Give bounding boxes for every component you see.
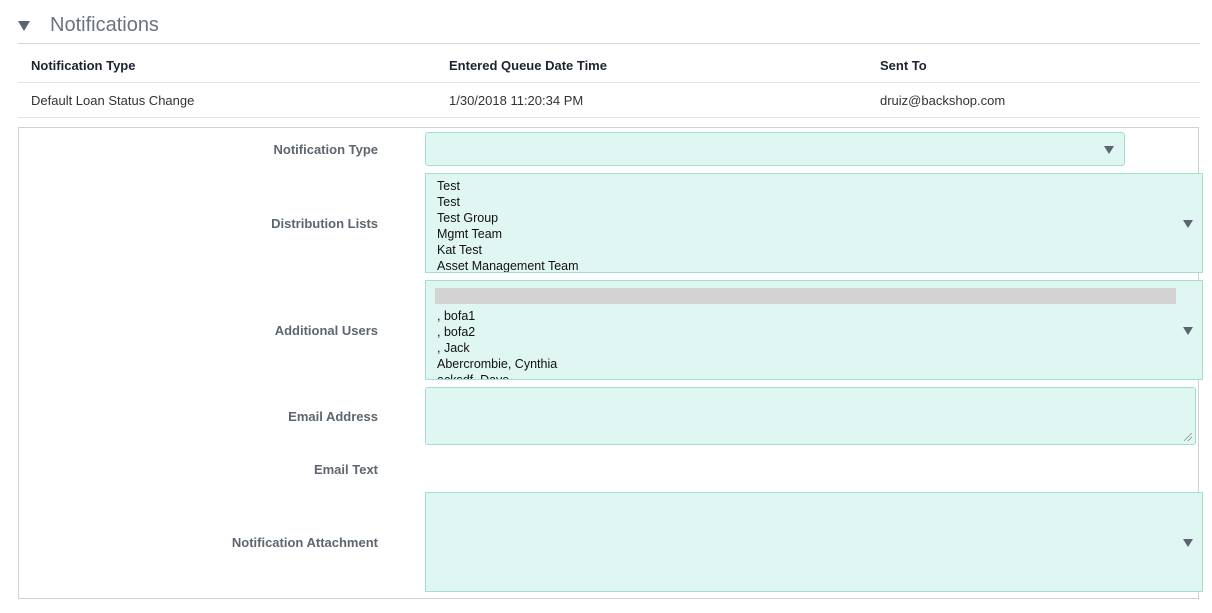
distribution-lists-label: Distribution Lists <box>271 216 378 231</box>
list-item-blank-selected[interactable] <box>435 288 1176 304</box>
list-item[interactable]: Mgmt Team <box>437 226 1202 242</box>
column-header-sent-to[interactable]: Sent To <box>880 58 927 73</box>
email-address-textarea[interactable] <box>425 387 1196 445</box>
chevron-down-icon <box>1183 327 1193 335</box>
distribution-lists-listbox[interactable]: Test Test Test Group Mgmt Team Kat Test … <box>425 173 1203 273</box>
cell-sent-to: druiz@backshop.com <box>880 93 1006 108</box>
list-item[interactable]: , bofa2 <box>437 324 1202 340</box>
notifications-table-header: Notification Type Entered Queue Date Tim… <box>18 44 1200 83</box>
list-item[interactable]: Abercrombie, Cynthia <box>437 356 1202 372</box>
notification-attachment-listbox[interactable] <box>425 492 1203 592</box>
list-item[interactable]: acksdf, Dave <box>437 372 1202 379</box>
cell-entered-queue-date-time: 1/30/2018 11:20:34 PM <box>449 93 584 108</box>
table-row[interactable]: Default Loan Status Change 1/30/2018 11:… <box>18 83 1200 118</box>
collapse-caret-icon[interactable] <box>18 21 30 31</box>
list-item[interactable]: , bofa1 <box>437 308 1202 324</box>
column-header-entered-queue-date-time[interactable]: Entered Queue Date Time <box>449 58 607 73</box>
list-item[interactable]: Test <box>437 178 1202 194</box>
notification-type-select[interactable] <box>425 132 1125 166</box>
cell-notification-type: Default Loan Status Change <box>31 93 195 108</box>
list-item[interactable]: Test <box>437 194 1202 210</box>
list-item[interactable]: Asset Management Team <box>437 258 1202 272</box>
notifications-section-header[interactable]: Notifications <box>18 12 1200 44</box>
list-item[interactable]: , Jack <box>437 340 1202 356</box>
chevron-down-icon <box>1104 146 1114 154</box>
additional-users-listbox[interactable]: , bofa1 , bofa2 , Jack Abercrombie, Cynt… <box>425 280 1203 380</box>
notification-attachment-label: Notification Attachment <box>231 535 378 550</box>
notification-type-label: Notification Type <box>273 142 378 157</box>
email-text-label: Email Text <box>313 462 378 477</box>
additional-users-label: Additional Users <box>274 323 378 338</box>
column-header-notification-type[interactable]: Notification Type <box>31 58 135 73</box>
section-title: Notifications <box>50 14 159 36</box>
chevron-down-icon <box>1183 539 1193 547</box>
resize-handle-icon[interactable] <box>1184 433 1192 441</box>
chevron-down-icon <box>1183 220 1193 228</box>
email-address-label: Email Address <box>288 409 378 424</box>
notification-form: Notification Type Distribution Lists Tes… <box>18 127 1203 599</box>
list-item[interactable]: Test Group <box>437 210 1202 226</box>
list-item[interactable]: Kat Test <box>437 242 1202 258</box>
